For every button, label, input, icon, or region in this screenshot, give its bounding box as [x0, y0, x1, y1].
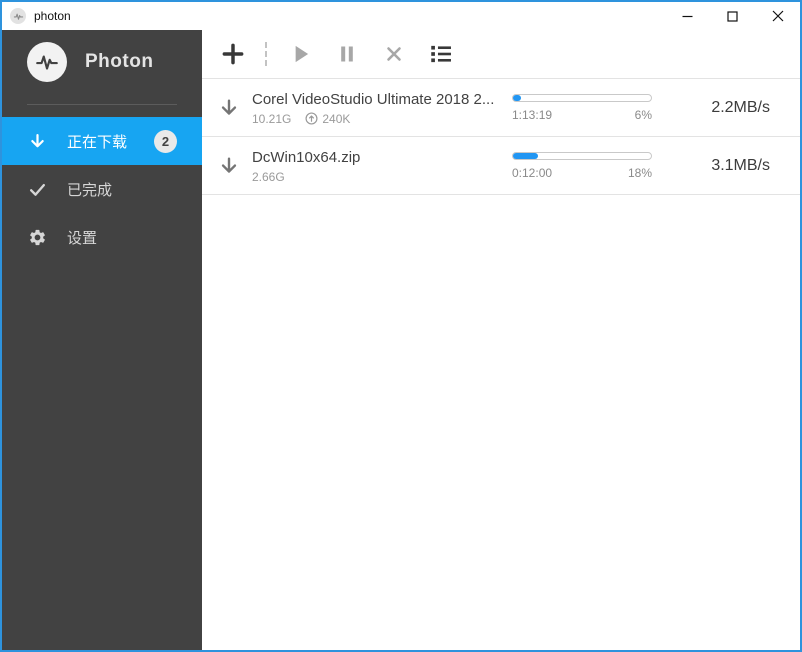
download-speed: 2.2MB/s — [711, 98, 770, 116]
download-arrow-icon — [218, 97, 240, 119]
download-size: 10.21G — [252, 111, 292, 126]
main-panel: Corel VideoStudio Ultimate 2018 2... 10.… — [202, 30, 800, 650]
cancel-button[interactable] — [375, 35, 413, 73]
app-name: Photon — [85, 51, 154, 72]
download-arrow-icon — [218, 155, 240, 177]
sidebar-item-downloading[interactable]: 正在下载 2 — [2, 117, 202, 165]
time-remaining: 0:12:00 — [512, 165, 553, 180]
progress-fill — [513, 152, 538, 159]
sidebar-item-label: 正在下载 — [67, 133, 128, 151]
progress-fill — [513, 94, 522, 101]
list-view-button[interactable] — [422, 35, 460, 73]
photon-logo-icon — [27, 42, 67, 82]
progress-bar — [512, 93, 652, 102]
close-button[interactable] — [755, 2, 800, 30]
downloading-count-badge: 2 — [154, 129, 177, 153]
download-speed: 3.1MB/s — [711, 156, 770, 174]
sidebar-item-settings[interactable]: 设置 — [2, 213, 202, 261]
time-remaining: 1:13:19 — [512, 107, 553, 122]
pause-icon — [341, 46, 353, 62]
photon-logo-icon — [10, 8, 26, 24]
toolbar — [202, 30, 800, 78]
download-name: Corel VideoStudio Ultimate 2018 2... — [252, 90, 495, 108]
list-icon — [431, 45, 451, 63]
add-download-button[interactable] — [214, 35, 252, 73]
upload-rate: 240K — [322, 111, 351, 126]
sidebar: Photon 正在下载 2 已完成 设置 — [2, 30, 202, 650]
percent-label: 6% — [634, 107, 652, 122]
download-info: DcWin10x64.zip 2.66G — [252, 148, 512, 184]
maximize-button[interactable] — [710, 2, 755, 30]
sidebar-divider — [27, 104, 177, 105]
titlebar: photon — [2, 2, 800, 30]
play-icon — [295, 45, 309, 63]
download-details: 10.21G 240K — [252, 112, 512, 126]
minimize-icon — [682, 15, 693, 17]
checkmark-icon — [27, 179, 47, 199]
close-icon — [772, 10, 783, 22]
progress-stats: 1:13:19 6% — [512, 108, 652, 122]
sidebar-item-completed[interactable]: 已完成 — [2, 165, 202, 213]
maximize-icon — [727, 10, 738, 22]
minimize-button[interactable] — [665, 2, 710, 30]
download-row[interactable]: Corel VideoStudio Ultimate 2018 2... 10.… — [202, 79, 800, 137]
download-arrow-icon — [27, 131, 47, 151]
pause-button[interactable] — [328, 35, 366, 73]
x-icon — [387, 47, 401, 61]
plus-icon — [222, 43, 244, 65]
percent-label: 18% — [627, 165, 652, 180]
sidebar-header: Photon — [27, 42, 202, 82]
progress-bar — [512, 151, 652, 160]
toolbar-separator — [265, 42, 267, 66]
window-title: photon — [34, 9, 71, 23]
sidebar-item-label: 设置 — [67, 229, 98, 247]
app-window: photon Photon 正在下载 2 已完成 设置 Corel VideoS… — [0, 0, 802, 652]
progress-stats: 0:12:00 18% — [512, 166, 652, 180]
download-details: 2.66G — [252, 170, 512, 184]
upload-info: 240K — [305, 112, 350, 126]
download-info: Corel VideoStudio Ultimate 2018 2... 10.… — [252, 90, 512, 126]
progress-section: 0:12:00 18% — [512, 151, 652, 180]
download-size: 2.66G — [252, 169, 285, 184]
download-name: DcWin10x64.zip — [252, 148, 361, 166]
resume-button[interactable] — [281, 35, 319, 73]
gear-icon — [27, 227, 47, 247]
progress-section: 1:13:19 6% — [512, 93, 652, 122]
download-row[interactable]: DcWin10x64.zip 2.66G 0:12:00 18% 3.1MB/s — [202, 137, 800, 195]
sidebar-item-label: 已完成 — [67, 181, 113, 199]
download-list: Corel VideoStudio Ultimate 2018 2... 10.… — [202, 79, 800, 650]
upload-icon — [305, 112, 318, 125]
